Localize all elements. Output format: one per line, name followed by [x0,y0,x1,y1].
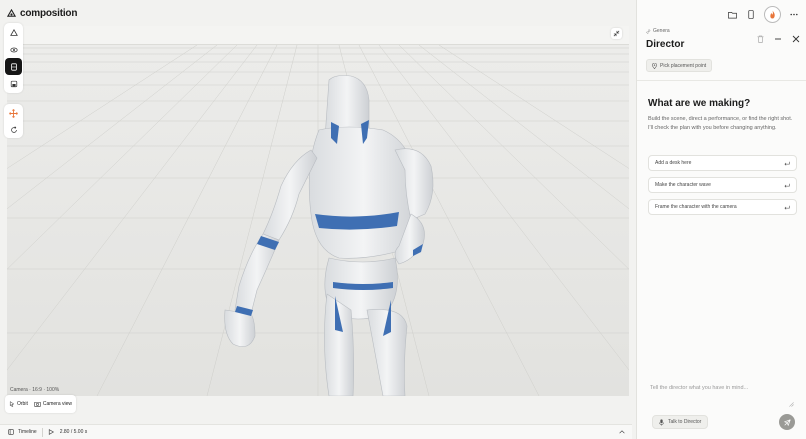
enter-icon [784,183,790,187]
tool-save[interactable] [5,75,22,92]
cursor-icon [9,401,15,407]
close-icon[interactable] [792,35,800,43]
collapse-icon [613,30,620,37]
robot-character[interactable] [207,74,447,396]
trash-icon[interactable] [757,35,764,43]
send-button[interactable] [779,414,795,430]
more-options-button[interactable] [788,9,800,21]
play-icon[interactable] [48,429,54,435]
tool-film[interactable] [5,58,22,75]
collapse-viewport-button[interactable] [611,28,622,39]
camera-view-button[interactable]: Camera view [33,401,72,407]
eye-icon [9,47,18,52]
phone-icon [748,10,754,19]
suggestion-item[interactable]: Frame the character with the camera [648,199,797,215]
suggestion-item[interactable]: Add a desk here [648,155,797,171]
timeline-label[interactable]: Timeline [18,429,37,435]
tool-scene[interactable] [5,24,22,41]
hero-description: Build the scene, direct a performance, o… [648,116,793,131]
timeline-bar: Timeline 2.80 / 5.00 s [0,424,632,439]
header-actions [726,6,800,23]
panel-actions [757,35,800,43]
app-title: composition [20,7,78,19]
chevron-up-icon[interactable] [619,429,625,435]
shapes-icon [9,28,18,36]
breadcrumb[interactable]: Genera [646,28,670,34]
suggestion-item[interactable]: Make the character wave [648,177,797,193]
panel-title: Director [646,39,685,50]
link-icon [646,29,651,33]
pin-icon [652,62,657,69]
film-icon [10,62,17,71]
app-header: composition [0,0,636,26]
panel-divider [637,80,806,81]
timeline-time: 2.80 / 5.00 s [59,429,88,435]
save-icon [10,80,17,87]
tool-move[interactable] [5,105,22,122]
minimize-icon[interactable] [774,35,782,43]
director-panel: Genera Director Pick placement point Wha… [636,0,806,439]
camera-icon [33,401,41,407]
hero-title: What are we making? [648,98,751,109]
orbit-button[interactable]: Orbit [9,401,28,407]
tool-rotate[interactable] [5,121,22,138]
user-avatar[interactable] [764,6,781,23]
open-folder-button[interactable] [726,9,738,21]
composer-input[interactable]: Tell the director what you have in mind.… [650,385,748,391]
resize-handle-icon[interactable] [789,402,794,407]
view-controls: Orbit Camera view [5,395,77,413]
timeline-icon [8,429,14,435]
pick-placement-button[interactable]: Pick placement point [646,59,713,72]
enter-icon [784,205,790,209]
move-icon [9,109,18,118]
timeline-divider [41,427,43,437]
viewport-horizon [7,26,629,45]
tool-visibility[interactable] [5,41,22,58]
app-logo-icon [7,8,16,17]
camera-readout: Camera · 16:9 · 100% [10,387,60,393]
device-preview-button[interactable] [745,9,757,21]
enter-icon [784,161,790,165]
send-icon [783,418,791,426]
ellipsis-icon [790,13,798,16]
rotate-icon [10,125,17,133]
folder-icon [727,11,737,18]
flame-icon [770,10,775,19]
talk-to-director-button[interactable]: Talk to Director [652,415,709,429]
microphone-icon [659,418,664,426]
scene-viewport[interactable] [7,26,629,396]
